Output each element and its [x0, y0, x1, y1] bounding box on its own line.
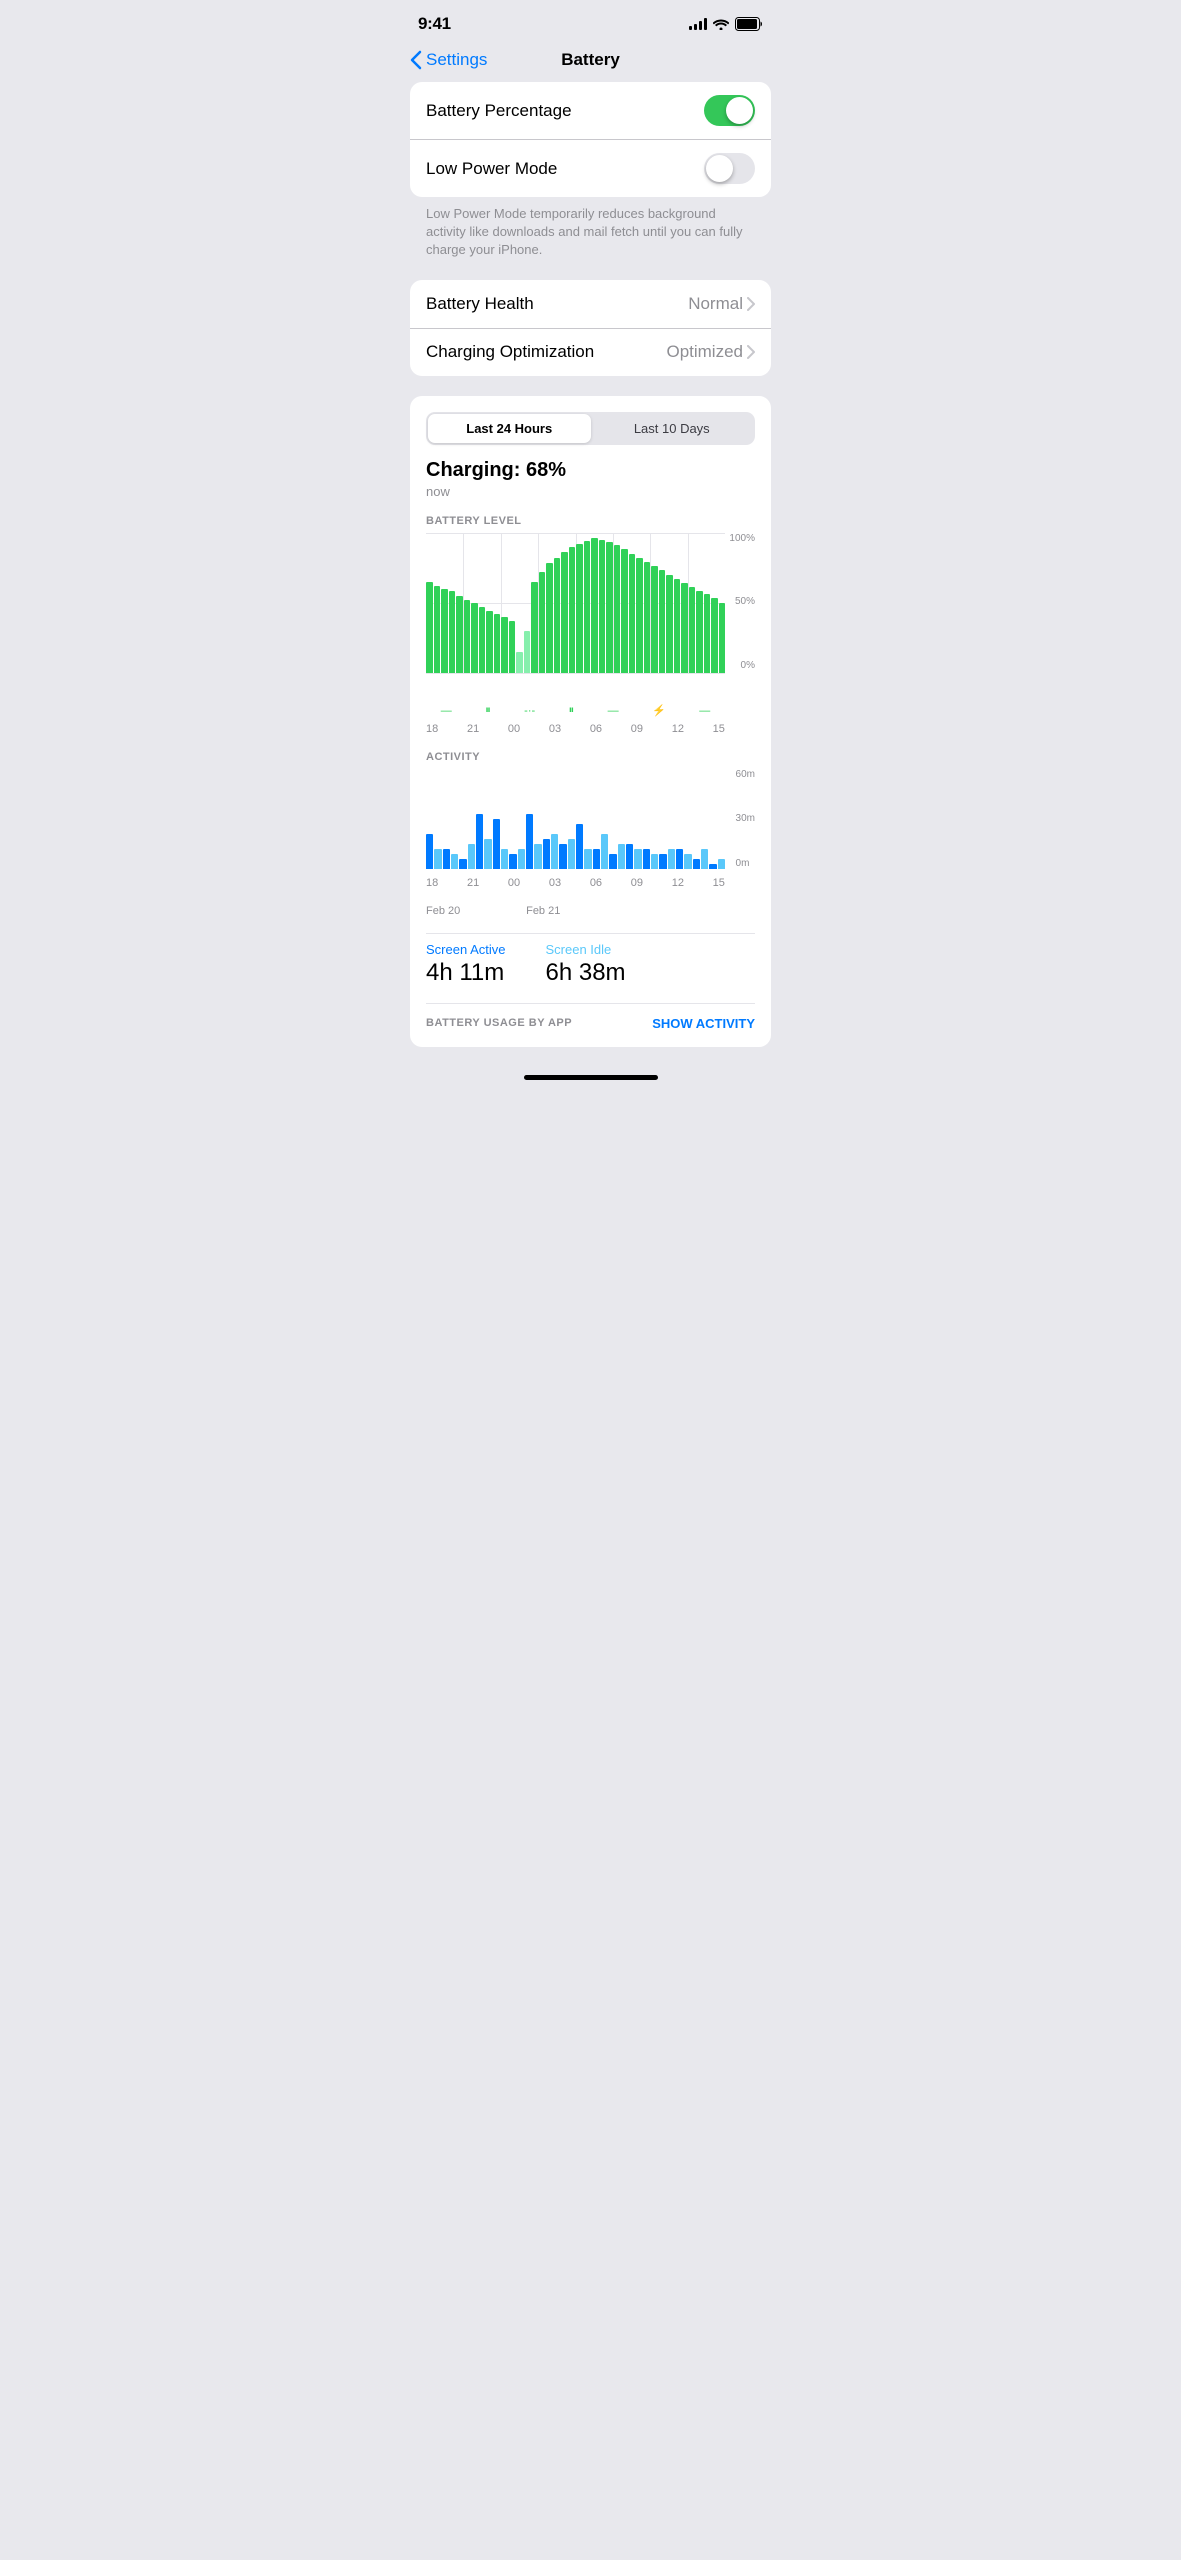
low-power-mode-row[interactable]: Low Power Mode	[410, 139, 771, 197]
signal-icon	[689, 18, 707, 30]
toggle-section: Battery Percentage Low Power Mode Low Po…	[410, 82, 771, 260]
show-activity-button[interactable]: SHOW ACTIVITY	[652, 1016, 755, 1031]
charging-dash-2-icon: —	[608, 705, 619, 717]
charging-optimization-value: Optimized	[666, 342, 755, 362]
charging-dash-icon: —	[441, 705, 452, 717]
chevron-right-icon-2	[747, 345, 755, 359]
page-title: Battery	[561, 50, 620, 70]
screen-usage-row: Screen Active 4h 11m Screen Idle 6h 38m	[426, 933, 755, 987]
battery-health-label: Battery Health	[426, 294, 534, 314]
battery-usage-by-app-label: BATTERY USAGE BY APP	[426, 1017, 572, 1029]
battery-usage-by-app-row[interactable]: BATTERY USAGE BY APP SHOW ACTIVITY	[426, 1003, 755, 1031]
battery-health-row[interactable]: Battery Health Normal	[410, 280, 771, 328]
screen-active-value: 4h 11m	[426, 959, 506, 987]
charging-optimization-label: Charging Optimization	[426, 342, 594, 362]
lightning-icon: ⚡	[652, 704, 666, 717]
screen-active-item: Screen Active 4h 11m	[426, 942, 506, 987]
activity-x-labels: 18 21 00 03 06 09 12 15	[426, 877, 755, 889]
wifi-icon	[713, 18, 729, 30]
back-button[interactable]: Settings	[410, 50, 487, 70]
battery-percentage-label: Battery Percentage	[426, 101, 572, 121]
tab-last-24-hours[interactable]: Last 24 Hours	[428, 414, 591, 443]
battery-percentage-row[interactable]: Battery Percentage	[410, 82, 771, 139]
activity-bars	[426, 769, 755, 869]
charging-status: Charging: 68%	[426, 459, 755, 482]
screen-active-label: Screen Active	[426, 942, 506, 957]
low-power-helper-text: Low Power Mode temporarily reduces backg…	[410, 197, 771, 260]
charging-dash-3-icon: —	[699, 705, 710, 717]
health-section: Battery Health Normal Charging Optimizat…	[410, 280, 771, 376]
activity-y-labels: 60m 30m 0m	[736, 769, 755, 869]
screen-idle-item: Screen Idle 6h 38m	[546, 942, 626, 987]
nav-bar: Settings Battery	[394, 40, 787, 82]
home-indicator	[394, 1067, 787, 1096]
low-power-mode-toggle[interactable]	[704, 153, 755, 184]
back-label: Settings	[426, 50, 487, 70]
toggle-card: Battery Percentage Low Power Mode	[410, 82, 771, 197]
health-card: Battery Health Normal Charging Optimizat…	[410, 280, 771, 376]
battery-y-labels: 100% 50% 0%	[729, 533, 755, 673]
status-time: 9:41	[418, 14, 451, 34]
activity-label: ACTIVITY	[426, 751, 755, 763]
charging-dot-dash-icon: -·-	[524, 705, 535, 717]
charging-time: now	[426, 484, 755, 499]
battery-x-labels: 18 21 00 03 06 09 12 15	[426, 723, 755, 735]
activity-chart: 60m 30m 0m	[426, 769, 755, 869]
battery-level-label: BATTERY LEVEL	[426, 515, 755, 527]
screen-idle-label: Screen Idle	[546, 942, 626, 957]
battery-percentage-toggle[interactable]	[704, 95, 755, 126]
battery-level-chart: 100% 50% 0%	[426, 533, 755, 673]
battery-chart-card: Last 24 Hours Last 10 Days Charging: 68%…	[410, 396, 771, 1047]
status-icons	[689, 17, 763, 31]
tab-last-10-days[interactable]: Last 10 Days	[591, 414, 754, 443]
charging-icons: — ⏸ -·- ⏸ — ⚡ —	[426, 703, 755, 719]
battery-health-value: Normal	[688, 294, 755, 314]
home-bar	[524, 1075, 658, 1080]
status-bar: 9:41	[394, 0, 787, 40]
date-labels: Feb 20 Feb 21	[426, 905, 755, 917]
screen-idle-value: 6h 38m	[546, 959, 626, 987]
charging-optimization-row[interactable]: Charging Optimization Optimized	[410, 328, 771, 376]
time-tab-selector[interactable]: Last 24 Hours Last 10 Days	[426, 412, 755, 445]
pause-icon-2: ⏸	[569, 704, 575, 717]
chevron-right-icon	[747, 297, 755, 311]
pause-icon: ⏸	[485, 704, 491, 717]
battery-status-icon	[735, 17, 763, 31]
low-power-mode-label: Low Power Mode	[426, 159, 557, 179]
battery-bars	[426, 533, 725, 673]
